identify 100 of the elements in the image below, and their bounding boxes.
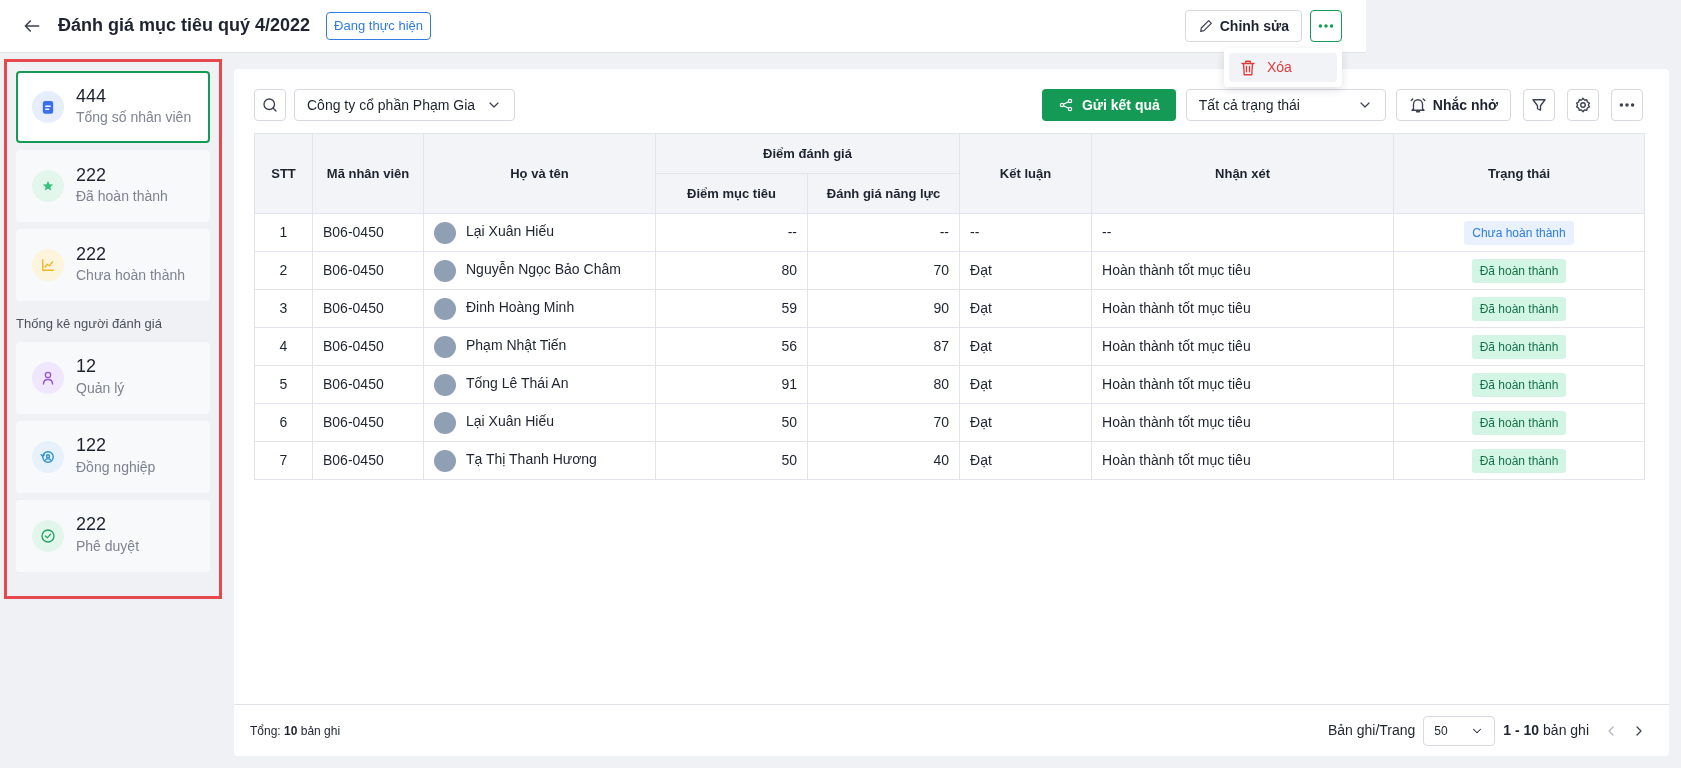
column-header: Nhận xét [1091, 133, 1394, 214]
per-page-label: Bản ghi/Trang [1327, 721, 1416, 740]
table-cell: 2 [254, 251, 313, 290]
stat-value: 122 [76, 435, 108, 457]
status-tag: Đã hoàn thành [1471, 334, 1567, 359]
stat-value: 12 [76, 356, 98, 378]
column-header: Mã nhân viên [312, 133, 424, 214]
status-tag: Đã hoàn thành [1471, 296, 1567, 321]
employee-name: Tống Lê Thái An [466, 375, 569, 392]
column-header: Họ và tên [423, 133, 656, 214]
delete-menu-item[interactable]: Xóa [1229, 53, 1337, 82]
stat-label: Đồng nghiệp [76, 457, 156, 477]
stat-card[interactable]: 122 Đồng nghiệp [16, 420, 210, 493]
search-icon [261, 96, 279, 114]
avatar [434, 297, 456, 320]
table-cell: Hoàn thành tốt mục tiêu [1091, 327, 1394, 366]
edit-button[interactable]: Chỉnh sửa [1184, 10, 1302, 42]
table-cell: Hoàn thành tốt mục tiêu [1091, 403, 1394, 442]
page-title: Đánh giá mục tiêu quý 4/2022 [58, 15, 311, 37]
pencil-icon [1197, 18, 1214, 34]
remind-button[interactable]: Nhắc nhở [1395, 89, 1511, 121]
filter-button[interactable] [1523, 89, 1555, 121]
stat-card[interactable]: 12 Quản lý [16, 341, 210, 414]
table-cell: 91 [655, 365, 808, 404]
employee-name: Phạm Nhật Tiến [466, 337, 567, 354]
table-cell: 90 [807, 289, 960, 328]
table-cell: 80 [807, 365, 960, 404]
avatar [434, 221, 456, 244]
per-page-select[interactable]: 50 [1423, 715, 1496, 746]
settings-button[interactable] [1567, 89, 1599, 121]
section-title: Thống kê người đánh giá [16, 315, 163, 333]
employee-name: Nguyễn Ngọc Bảo Châm [466, 261, 621, 278]
avatar [434, 259, 456, 282]
table-cell: B06-0450 [312, 365, 424, 404]
table-cell: B06-0450 [312, 441, 424, 480]
stat-card[interactable]: 222 Đã hoàn thành [16, 150, 210, 222]
stat-card[interactable]: 222 Chưa hoàn thành [16, 229, 210, 301]
table-cell: B06-0450 [312, 327, 424, 366]
table-cell: -- [959, 213, 1092, 252]
stat-value: 444 [76, 85, 108, 108]
table-cell: 59 [655, 289, 808, 328]
send-results-button[interactable]: Gửi kết quả [1042, 89, 1176, 121]
table-cell: 80 [655, 251, 808, 290]
check-circle-icon [39, 526, 57, 545]
table-cell: B06-0450 [312, 403, 424, 442]
stat-value: 222 [76, 514, 108, 536]
more-icon [1318, 24, 1334, 28]
table-cell: 5 [254, 365, 313, 404]
status-tag: Đã hoàn thành [1471, 258, 1567, 283]
status-tag: Đã hoàn thành [1471, 410, 1567, 435]
stat-label: Đã hoàn thành [76, 187, 168, 207]
share-icon [1058, 97, 1074, 113]
stat-label: Phê duyệt [76, 536, 140, 556]
table-cell: B06-0450 [312, 251, 424, 290]
table-cell: B06-0450 [312, 289, 424, 328]
column-header: Trạng thái [1393, 133, 1645, 214]
trash-icon [1239, 58, 1257, 77]
table-cell: -- [1091, 213, 1394, 252]
status-badge: Đang thực hiện [326, 12, 432, 40]
table-cell: 40 [807, 441, 960, 480]
bell-icon [1408, 96, 1427, 114]
status-tag: Đã hoàn thành [1471, 372, 1567, 397]
table-cell: Đạt [959, 403, 1092, 442]
table-cell: Đạt [959, 327, 1092, 366]
stat-card[interactable]: 222 Phê duyệt [16, 499, 210, 572]
table-cell: 6 [254, 403, 313, 442]
table-cell: 70 [807, 251, 960, 290]
settings-icon [1574, 96, 1592, 114]
more-icon [1619, 103, 1635, 107]
employee-name: Đinh Hoàng Minh [466, 299, 575, 316]
avatar [434, 449, 456, 472]
stat-value: 222 [76, 243, 108, 266]
stat-card[interactable]: 444 Tổng số nhân viên [16, 71, 210, 143]
company-select[interactable]: Công ty cổ phần Phạm Gia [294, 89, 515, 121]
table-cell: 87 [807, 327, 960, 366]
table-cell: 56 [655, 327, 808, 366]
more-button[interactable] [1310, 10, 1342, 42]
status-tag: Đã hoàn thành [1471, 448, 1567, 473]
search-button[interactable] [254, 89, 286, 121]
stat-label: Quản lý [76, 378, 125, 398]
stat-value: 222 [76, 164, 108, 187]
avatar [434, 335, 456, 358]
avatar [434, 411, 456, 434]
table-cell: Đạt [959, 441, 1092, 480]
column-header: Kết luận [959, 133, 1092, 214]
filter-icon [1530, 96, 1548, 114]
employee-name: Tạ Thị Thanh Hương [466, 451, 597, 468]
column-header: Điểm đánh giá [655, 133, 960, 174]
record-range: 1 - 10 bản ghi [1503, 721, 1589, 740]
table-cell: 50 [655, 441, 808, 480]
table-cell: 1 [254, 213, 313, 252]
status-select[interactable]: Tất cả trạng thái [1185, 89, 1386, 121]
column-header: Đánh giá năng lực [807, 173, 960, 214]
table-cell: 70 [807, 403, 960, 442]
column-header: Điểm mục tiêu [655, 173, 808, 214]
table-cell: Đạt [959, 289, 1092, 328]
table-cell: -- [807, 213, 960, 252]
table-cell: -- [655, 213, 808, 252]
table-cell: 4 [254, 327, 313, 366]
table-cell: Đạt [959, 365, 1092, 404]
